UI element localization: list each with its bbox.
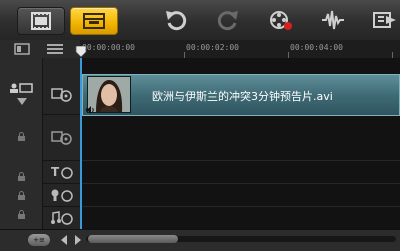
timeline-view-button[interactable] (70, 7, 118, 35)
track-list-icon[interactable] (46, 43, 64, 55)
speaker-icon (86, 106, 94, 114)
scroll-left-icon[interactable] (60, 235, 68, 245)
timeline-left-panel: +/− (0, 58, 54, 236)
track-header-video[interactable] (42, 58, 80, 115)
redo-button[interactable] (215, 8, 241, 32)
undo-icon (166, 11, 187, 31)
lock-icon[interactable] (17, 210, 26, 220)
add-track-label: +≡ (33, 236, 45, 244)
music-track-icon (51, 211, 73, 225)
voice-track-area[interactable] (81, 184, 400, 207)
redo-icon (217, 11, 238, 31)
video-track-icon (51, 88, 72, 102)
auto-music-button[interactable] (372, 8, 400, 32)
track-header-voice[interactable] (42, 184, 80, 207)
track-header-title[interactable]: T (42, 161, 80, 184)
music-track-area[interactable] (81, 207, 400, 230)
lock-icon[interactable] (17, 172, 26, 182)
ripple-edit-icon[interactable] (10, 82, 34, 94)
timeline-scrollbar-thumb[interactable] (88, 235, 178, 243)
storyboard-view-button[interactable] (17, 7, 65, 35)
main-toolbar (0, 0, 400, 41)
playhead-line[interactable] (80, 58, 82, 230)
storyboard-view-icon (31, 12, 51, 30)
timecode-label: 00:00:04:00 (290, 43, 343, 52)
sound-mixer-icon (322, 10, 344, 30)
voice-track-icon (51, 189, 73, 202)
timecode-label: 00:00:00:00 (82, 43, 135, 52)
sound-mixer-button[interactable] (320, 8, 346, 32)
scroll-right-icon[interactable] (74, 235, 82, 245)
timecode-label: 00:00:02:00 (186, 43, 239, 52)
track-header-overlay[interactable] (42, 115, 80, 161)
overlay-track-area[interactable] (81, 115, 400, 161)
chevron-down-icon[interactable] (17, 98, 27, 106)
svg-text:T: T (51, 165, 60, 179)
timeline-view-icon (83, 13, 105, 29)
lock-icon[interactable] (17, 191, 26, 201)
title-track-icon: T (51, 165, 73, 179)
auto-music-icon (373, 12, 396, 28)
overlay-track-icon (51, 131, 72, 145)
title-track-area[interactable] (81, 161, 400, 184)
undo-button[interactable] (163, 8, 189, 32)
record-capture-icon (270, 11, 292, 30)
add-track-button[interactable]: +≡ (28, 234, 50, 246)
playhead-handle-icon[interactable] (75, 46, 87, 58)
track-header-music[interactable] (42, 207, 80, 230)
track-manager-icon[interactable] (14, 43, 30, 55)
lock-icon[interactable] (17, 132, 26, 142)
timeline-ruler[interactable]: 00:00:00:00 00:00:02:00 00:00:04:00 (80, 40, 400, 58)
record-capture-button[interactable] (268, 8, 294, 32)
clip-filename: 欧洲与伊斯兰的冲突3分钟预告片.avi (152, 90, 333, 103)
